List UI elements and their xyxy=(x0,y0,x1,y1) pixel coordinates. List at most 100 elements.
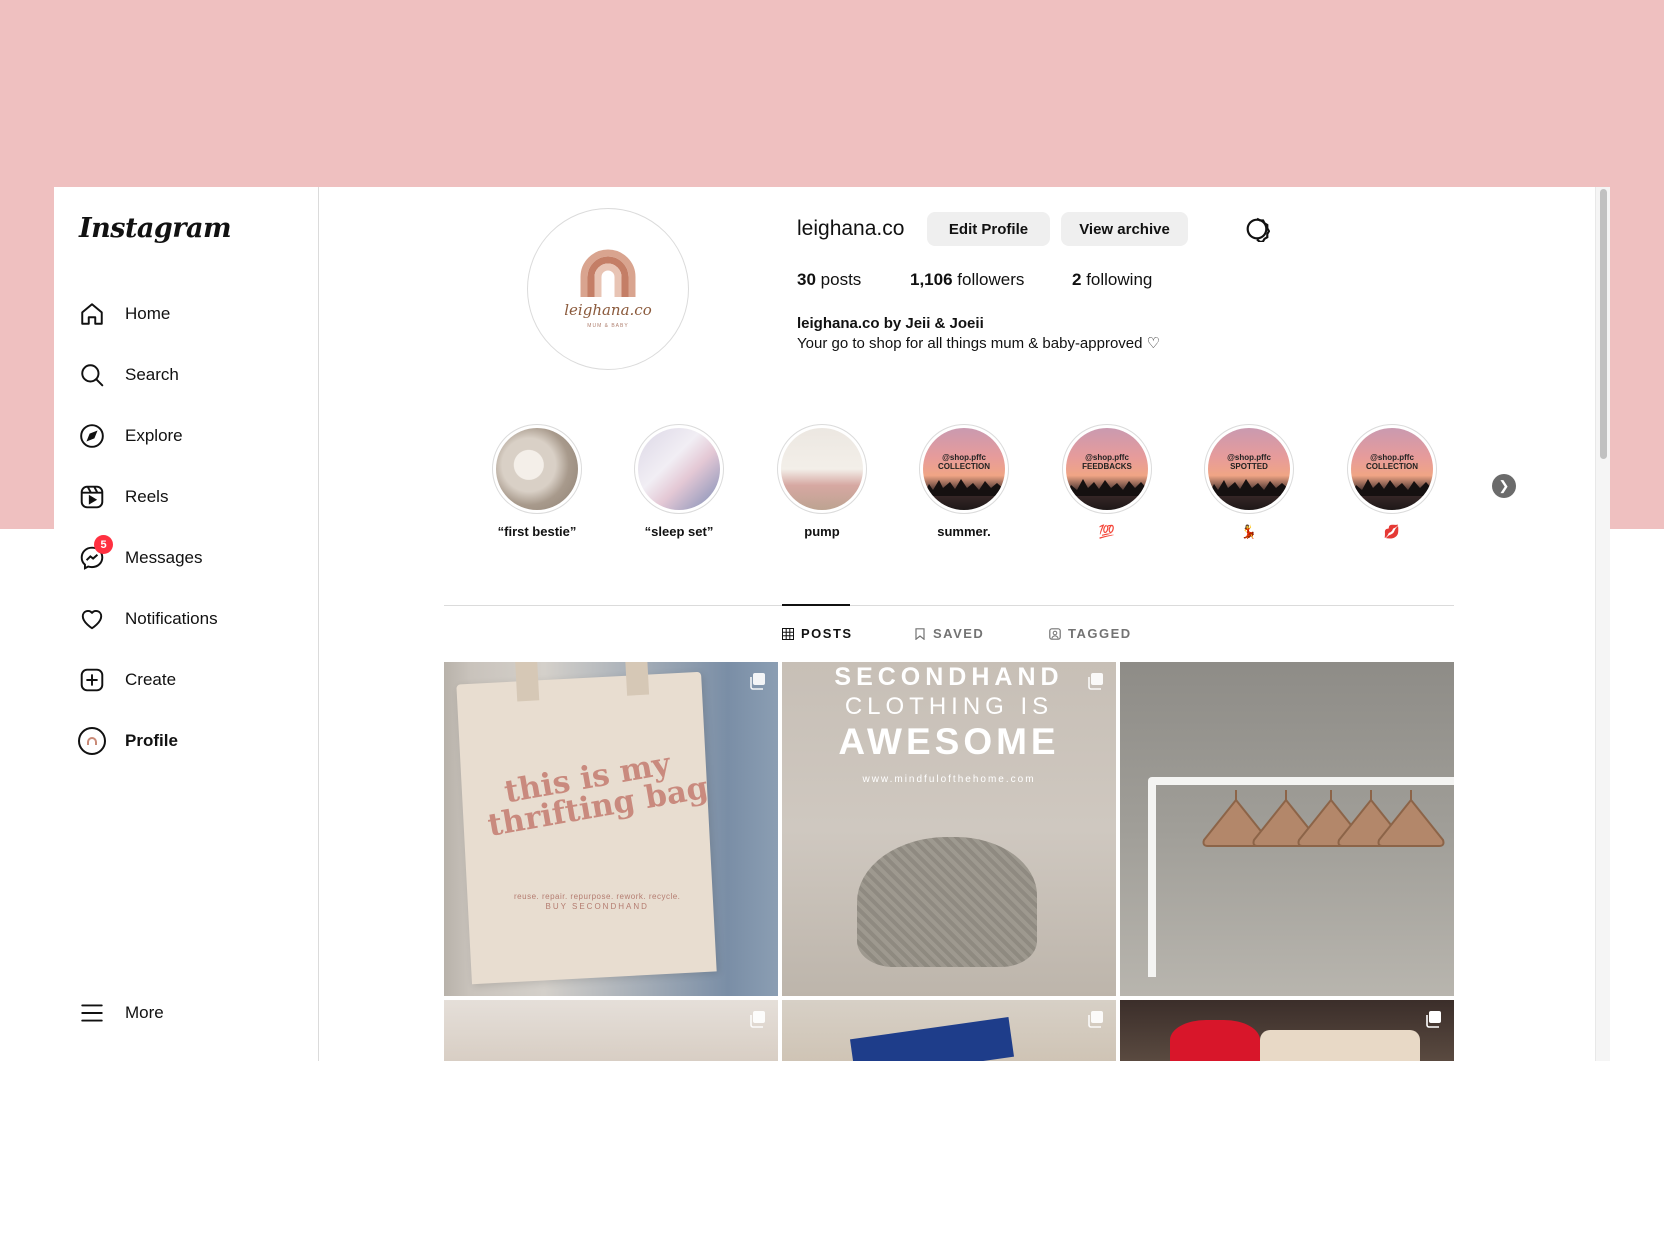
instagram-window: Instagram Home Search Explore Reels 5 Me… xyxy=(54,187,1610,1061)
sidebar-item-label: More xyxy=(125,1003,164,1022)
post-image-text: SECONDHAND xyxy=(834,663,1064,691)
post-image-box xyxy=(849,1017,1015,1061)
profile-username: leighana.co xyxy=(797,217,905,240)
active-tab-indicator xyxy=(782,604,850,606)
highlight-label: 💯 xyxy=(1098,524,1116,539)
rainbow-logo-icon xyxy=(580,249,636,297)
view-archive-button[interactable]: View archive xyxy=(1061,212,1188,246)
followers-count-stat[interactable]: 1,106 followers xyxy=(910,270,1024,290)
instagram-logo[interactable]: Instagram xyxy=(79,213,232,244)
carousel-icon xyxy=(1088,1011,1103,1028)
highlight-cover-text: @shop.pffc SPOTTED xyxy=(1227,453,1271,471)
sidebar-item-notifications[interactable]: Notifications xyxy=(78,599,298,639)
tab-saved[interactable]: SAVED xyxy=(914,626,984,641)
post-thumbnail[interactable] xyxy=(1120,1000,1454,1061)
profile-avatar-icon xyxy=(78,727,106,755)
home-icon xyxy=(78,300,106,328)
compass-icon xyxy=(78,422,106,450)
sidebar-item-label: Messages xyxy=(125,548,203,567)
profile-avatar[interactable]: leighana.co MUM & BABY xyxy=(527,208,689,370)
highlight-cover-image: @shop.pffc SPOTTED xyxy=(1208,428,1290,510)
knitwear-image xyxy=(857,837,1037,967)
sidebar-item-label: Home xyxy=(125,304,171,323)
highlight-label: “sleep set” xyxy=(644,524,714,539)
profile-main: leighana.co MUM & BABY leighana.co Edit … xyxy=(320,187,1594,1061)
highlight-cover-image: @shop.pffc COLLECTION xyxy=(923,428,1005,510)
tabs-divider xyxy=(444,605,1454,606)
grid-icon xyxy=(782,627,794,640)
sidebar-item-reels[interactable]: Reels xyxy=(78,477,298,517)
highlight-label: summer. xyxy=(937,524,991,539)
post-image-text: CLOTHING IS xyxy=(844,693,1054,720)
sidebar-item-label: Create xyxy=(125,670,177,689)
messenger-icon: 5 xyxy=(78,535,113,572)
highlight-cover-image xyxy=(781,428,863,510)
settings-gear-icon[interactable] xyxy=(1244,216,1271,243)
sidebar-item-label: Reels xyxy=(125,487,169,506)
carousel-icon xyxy=(1426,1011,1441,1028)
plus-square-icon xyxy=(78,666,106,694)
sidebar-item-create[interactable]: Create xyxy=(78,660,298,700)
sidebar-item-messages[interactable]: 5 Messages xyxy=(78,535,298,578)
post-thumbnail[interactable]: this is my thrifting bag reuse. repair. … xyxy=(444,662,778,996)
highlight-label: “first bestie” xyxy=(497,524,577,539)
scrollbar-thumb[interactable] xyxy=(1600,189,1607,459)
sidebar-item-home[interactable]: Home xyxy=(78,294,298,334)
story-highlight[interactable]: “sleep set” xyxy=(619,424,739,539)
highlight-cover-image xyxy=(496,428,578,510)
sidebar-item-profile[interactable]: Profile xyxy=(78,721,298,761)
post-thumbnail[interactable]: SECONDHAND CLOTHING IS AWESOME www.mindf… xyxy=(782,662,1116,996)
highlight-cover-image: @shop.pffc COLLECTION xyxy=(1351,428,1433,510)
bio-display-name: leighana.co by Jeii & Joeii xyxy=(797,315,984,332)
following-count-stat[interactable]: 2 following xyxy=(1072,270,1152,290)
highlight-cover-text: @shop.pffc COLLECTION xyxy=(938,453,990,471)
post-thumbnail[interactable] xyxy=(1120,662,1454,996)
carousel-icon xyxy=(750,673,765,690)
bio-description: Your go to shop for all things mum & bab… xyxy=(797,335,1161,352)
sidebar-item-label: Notifications xyxy=(125,609,218,628)
bookmark-icon xyxy=(915,627,925,640)
highlight-cover-text: @shop.pffc COLLECTION xyxy=(1366,453,1418,471)
reels-icon xyxy=(78,483,106,511)
story-highlight[interactable]: @shop.pffc COLLECTION summer. xyxy=(904,424,1024,539)
story-highlight[interactable]: @shop.pffc SPOTTED 💃 xyxy=(1189,424,1309,540)
search-icon xyxy=(78,361,106,389)
vertical-scrollbar[interactable] xyxy=(1595,187,1610,1061)
sidebar-item-label: Search xyxy=(125,365,179,384)
hanger-image xyxy=(1377,790,1445,847)
highlight-label: 💋 xyxy=(1383,524,1401,539)
highlight-label: 💃 xyxy=(1240,524,1258,539)
sidebar-item-explore[interactable]: Explore xyxy=(78,416,298,456)
highlight-cover-image xyxy=(638,428,720,510)
chevron-right-icon: ❯ xyxy=(1498,478,1510,493)
sidebar-item-label: Explore xyxy=(125,426,183,445)
tab-label: SAVED xyxy=(933,626,985,641)
highlight-label: pump xyxy=(804,524,840,539)
sidebar-item-search[interactable]: Search xyxy=(78,355,298,395)
post-image-text: AWESOME xyxy=(838,721,1060,762)
heart-icon xyxy=(78,605,106,633)
carousel-icon xyxy=(750,1011,765,1028)
hamburger-menu-icon xyxy=(78,999,106,1027)
highlights-next-button[interactable]: ❯ xyxy=(1492,474,1516,498)
posts-count-stat: 30 posts xyxy=(797,270,862,289)
tab-tagged[interactable]: TAGGED xyxy=(1049,626,1132,641)
clothing-rail-image xyxy=(1150,777,1454,785)
avatar-brand-text: leighana.co xyxy=(564,301,652,319)
story-highlight[interactable]: pump xyxy=(762,424,882,539)
tab-label: TAGGED xyxy=(1068,626,1132,641)
sidebar: Instagram Home Search Explore Reels 5 Me… xyxy=(54,187,319,1061)
sidebar-item-label: Profile xyxy=(125,731,178,750)
tab-posts[interactable]: POSTS xyxy=(782,626,853,641)
sidebar-item-more[interactable]: More xyxy=(78,993,298,1033)
story-highlight[interactable]: @shop.pffc COLLECTION 💋 xyxy=(1332,424,1452,540)
post-thumbnail[interactable] xyxy=(444,1000,778,1061)
story-highlight[interactable]: @shop.pffc FEEDBACKS 💯 xyxy=(1047,424,1167,540)
story-highlight[interactable]: “first bestie” xyxy=(477,424,597,539)
post-image-small-text: reuse. repair. repurpose. rework. recycl… xyxy=(514,892,681,911)
edit-profile-button[interactable]: Edit Profile xyxy=(927,212,1050,246)
highlight-cover-text: @shop.pffc FEEDBACKS xyxy=(1082,453,1132,471)
post-thumbnail[interactable] xyxy=(782,1000,1116,1061)
post-image-url-text: www.mindfulofthehome.com xyxy=(862,774,1036,785)
tab-label: POSTS xyxy=(801,626,853,641)
